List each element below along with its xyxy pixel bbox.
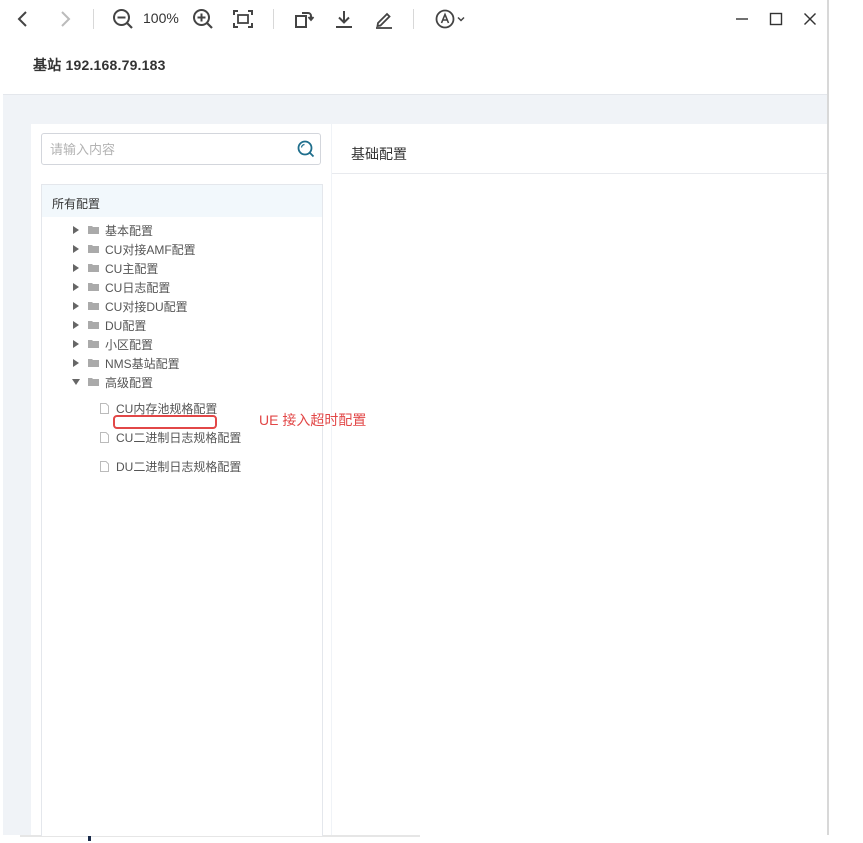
folder-icon [88, 359, 99, 367]
fit-page-button[interactable] [231, 6, 255, 32]
toolbar-separator [413, 9, 414, 29]
folder-icon [88, 245, 99, 253]
toolbar-separator [93, 9, 94, 29]
zoom-out-button[interactable] [111, 6, 135, 32]
tree-item-cu-du[interactable]: CU对接DU配置 [71, 297, 188, 315]
maximize-icon [769, 12, 783, 26]
tree-item-label: 高级配置 [105, 375, 154, 390]
tree-item-label: CU主配置 [105, 261, 159, 276]
tree-item-label: CU对接AMF配置 [105, 242, 196, 257]
annotation-label: UE 接入超时配置 [259, 412, 367, 428]
caret-right-icon[interactable] [71, 321, 81, 329]
caret-right-icon[interactable] [71, 283, 81, 291]
close-button[interactable] [799, 6, 821, 32]
zoom-out-icon [113, 9, 133, 29]
tree-item-du-config[interactable]: DU配置 [71, 316, 146, 334]
caret-right-icon[interactable] [71, 245, 81, 253]
search-icon[interactable] [296, 139, 316, 159]
page-header: 基站 192.168.79.183 [3, 38, 827, 95]
read-aloud-icon [435, 9, 455, 29]
tree-item-basic-config[interactable]: 基本配置 [71, 221, 153, 239]
document-icon [100, 402, 109, 414]
tree-item-label: 小区配置 [105, 337, 154, 352]
tree-root[interactable]: 所有配置 [42, 185, 322, 217]
detail-header: 基础配置 [332, 124, 827, 174]
rotate-icon [295, 12, 315, 28]
tree-item-label: NMS基站配置 [105, 356, 180, 371]
document-icon [100, 460, 109, 472]
window-right-shadow [827, 0, 829, 835]
forward-button[interactable] [54, 6, 76, 32]
detail-panel: 基础配置 [332, 124, 827, 835]
tree-child-du-binlog[interactable]: DU二进制日志规格配置 [100, 457, 241, 475]
document-icon [100, 431, 109, 443]
caret-down-icon[interactable] [71, 379, 81, 385]
read-aloud-button[interactable] [431, 6, 469, 32]
fit-page-icon [233, 10, 253, 28]
folder-icon [88, 321, 99, 329]
tree-item-label: CU日志配置 [105, 280, 171, 295]
viewer-window: 100% 基站 192.168.79.183 请输入内容 所有配置 基本配置 C… [0, 0, 827, 836]
tree-item-cu-amf[interactable]: CU对接AMF配置 [71, 240, 196, 258]
tree-item-cell-config[interactable]: 小区配置 [71, 335, 153, 353]
caret-right-icon[interactable] [71, 359, 81, 367]
zoom-level: 100% [143, 10, 179, 26]
chevron-down-icon [457, 16, 465, 22]
zoom-in-button[interactable] [191, 6, 215, 32]
caret-right-icon[interactable] [71, 302, 81, 310]
folder-icon [88, 340, 99, 348]
tree-item-nms[interactable]: NMS基站配置 [71, 354, 180, 372]
tree-child-cu-binlog[interactable]: CU二进制日志规格配置 [100, 428, 241, 446]
minimize-button[interactable] [731, 6, 753, 32]
zoom-in-icon [193, 9, 213, 29]
back-button[interactable] [12, 6, 34, 32]
folder-icon [88, 302, 99, 310]
tree-item-label: 基本配置 [105, 223, 154, 238]
caret-right-icon[interactable] [71, 226, 81, 234]
back-icon [17, 11, 27, 27]
folder-icon [88, 264, 99, 272]
folder-open-icon [88, 378, 99, 386]
minimize-icon [736, 18, 748, 20]
toolbar-separator [273, 9, 274, 29]
download-icon [336, 11, 352, 28]
viewer-toolbar: 100% [0, 0, 827, 38]
tree-child-label: CU内存池规格配置 [116, 401, 218, 416]
tree-item-cu-main[interactable]: CU主配置 [71, 259, 158, 277]
tree-item-advanced[interactable]: 高级配置 [71, 373, 153, 391]
caret-right-icon[interactable] [71, 264, 81, 272]
folder-icon [88, 283, 99, 291]
tree-item-cu-log[interactable]: CU日志配置 [71, 278, 170, 296]
forward-icon [61, 11, 71, 27]
maximize-button[interactable] [765, 6, 787, 32]
download-button[interactable] [332, 6, 356, 32]
folder-icon [88, 226, 99, 234]
tree-item-label: CU对接DU配置 [105, 299, 188, 314]
annotation-highlight-box [113, 415, 217, 429]
search-input[interactable] [50, 140, 290, 158]
annotate-button[interactable] [372, 6, 396, 32]
close-icon [804, 13, 816, 25]
annotate-pen-icon [376, 12, 392, 29]
tree-child-label: DU二进制日志规格配置 [116, 459, 242, 474]
tree-root-label: 所有配置 [52, 197, 101, 211]
tree-item-label: DU配置 [105, 318, 147, 333]
search-box [41, 133, 321, 165]
caret-right-icon[interactable] [71, 340, 81, 348]
detail-title: 基础配置 [351, 146, 407, 162]
tree-child-label: CU二进制日志规格配置 [116, 430, 242, 445]
page-title: 基站 192.168.79.183 [33, 57, 166, 73]
rotate-button[interactable] [292, 6, 316, 32]
